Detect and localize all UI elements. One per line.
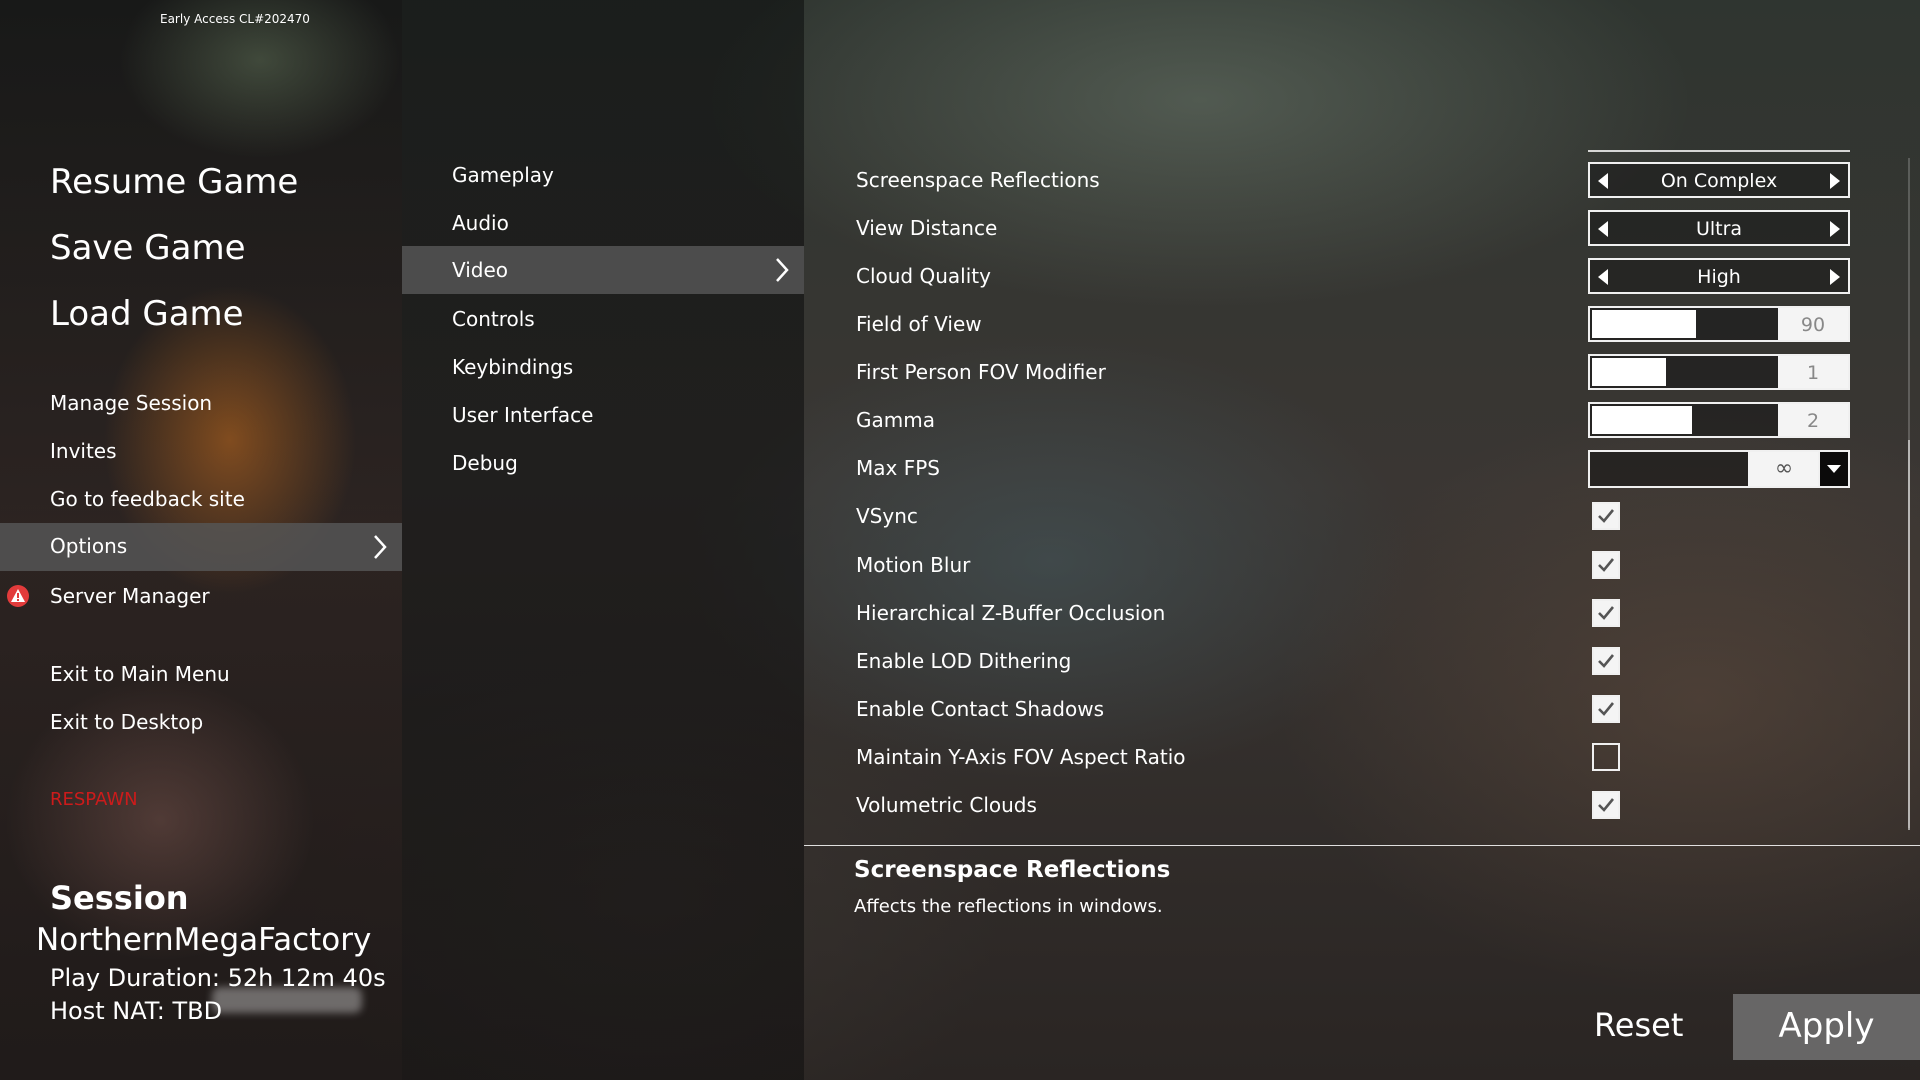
dropdown-value: ∞ [1774, 456, 1794, 481]
category-controls[interactable]: Controls [452, 307, 535, 331]
checkmark-icon [1598, 558, 1615, 572]
selector-value: High [1697, 266, 1741, 288]
session-name: NorthernMegaFactory [36, 922, 372, 958]
gamma-slider[interactable]: 2 [1588, 402, 1850, 438]
options-label: Options [50, 534, 128, 558]
chevron-right-icon [374, 535, 387, 559]
contact-shadows-checkbox[interactable] [1592, 695, 1620, 723]
slider-track[interactable] [1590, 404, 1780, 436]
category-user-interface[interactable]: User Interface [452, 403, 593, 427]
slider-track[interactable] [1590, 308, 1780, 340]
chevron-down-icon[interactable] [1818, 452, 1848, 486]
y-axis-fov-checkbox[interactable] [1592, 743, 1620, 771]
checkmark-icon [1598, 798, 1615, 812]
exit-main-menu-button[interactable]: Exit to Main Menu [50, 662, 230, 686]
slider-fill [1592, 358, 1666, 386]
description-text: Affects the reflections in windows. [854, 896, 1163, 917]
slider-fill [1592, 406, 1692, 434]
slider-value: 90 [1800, 314, 1826, 336]
setting-label: Volumetric Clouds [856, 793, 1037, 817]
volumetric-clouds-checkbox[interactable] [1592, 791, 1620, 819]
hzb-occlusion-checkbox[interactable] [1592, 599, 1620, 627]
category-gameplay[interactable]: Gameplay [452, 163, 554, 187]
setting-label: VSync [856, 504, 918, 528]
manage-session-button[interactable]: Manage Session [50, 391, 212, 415]
checkmark-icon [1598, 654, 1615, 668]
redacted-overlay [212, 987, 362, 1013]
view-distance-selector[interactable]: Ultra [1588, 210, 1850, 246]
setting-label: Field of View [856, 312, 982, 336]
field-of-view-slider[interactable]: 90 [1588, 306, 1850, 342]
apply-button[interactable]: Apply [1733, 994, 1920, 1060]
arrow-right-icon[interactable] [1830, 173, 1840, 189]
exit-desktop-button[interactable]: Exit to Desktop [50, 710, 203, 734]
setting-label: View Distance [856, 216, 998, 240]
setting-label: Enable LOD Dithering [856, 649, 1072, 673]
invites-button[interactable]: Invites [50, 439, 117, 463]
options-category-panel: Gameplay Audio Video Controls Keybinding… [402, 0, 804, 1080]
vsync-checkbox[interactable] [1592, 502, 1620, 530]
setting-label: Motion Blur [856, 553, 971, 577]
reset-button[interactable]: Reset [1594, 1006, 1683, 1044]
setting-label: Gamma [856, 408, 935, 432]
fp-fov-modifier-slider[interactable]: 1 [1588, 354, 1850, 390]
category-keybindings[interactable]: Keybindings [452, 355, 573, 379]
warning-icon [7, 585, 29, 607]
category-video[interactable]: Video [402, 246, 804, 294]
category-debug[interactable]: Debug [452, 451, 518, 475]
feedback-site-button[interactable]: Go to feedback site [50, 487, 245, 511]
slider-value: 2 [1806, 410, 1820, 432]
slider-track[interactable] [1590, 356, 1780, 388]
arrow-right-icon[interactable] [1830, 269, 1840, 285]
category-video-label: Video [452, 258, 509, 282]
lod-dithering-checkbox[interactable] [1592, 647, 1620, 675]
setting-label: Hierarchical Z-Buffer Occlusion [856, 601, 1166, 625]
checkmark-icon [1598, 606, 1615, 620]
slider-value: 1 [1806, 362, 1820, 384]
arrow-right-icon[interactable] [1830, 221, 1840, 237]
respawn-button[interactable]: RESPAWN [50, 789, 138, 810]
slider-fill [1592, 310, 1696, 338]
build-version-label: Early Access CL#202470 [160, 12, 310, 26]
category-audio[interactable]: Audio [452, 211, 509, 235]
session-heading: Session [50, 879, 189, 917]
selector-value: On Complex [1660, 170, 1778, 192]
setting-label: Enable Contact Shadows [856, 697, 1104, 721]
checkmark-icon [1598, 509, 1615, 523]
host-nat: Host NAT: TBD [50, 997, 223, 1025]
setting-label: Cloud Quality [856, 264, 991, 288]
chevron-right-icon [776, 258, 789, 282]
motion-blur-checkbox[interactable] [1592, 551, 1620, 579]
scrollbar-thumb[interactable] [1908, 440, 1910, 830]
max-fps-dropdown[interactable]: ∞ [1588, 450, 1850, 488]
setting-label: Screenspace Reflections [856, 168, 1100, 192]
load-game-button[interactable]: Load Game [50, 294, 244, 334]
setting-label: First Person FOV Modifier [856, 360, 1106, 384]
description-title: Screenspace Reflections [854, 857, 1171, 883]
options-menu-item[interactable]: Options [0, 523, 402, 571]
apply-button-label: Apply [1778, 1006, 1875, 1046]
video-settings-panel: Screenspace Reflections On Complex View … [804, 0, 1920, 1080]
setting-label: Max FPS [856, 456, 940, 480]
selector-value: Ultra [1695, 218, 1743, 240]
server-manager-button[interactable]: Server Manager [50, 584, 210, 608]
resume-game-button[interactable]: Resume Game [50, 162, 298, 202]
description-divider [804, 845, 1920, 846]
cloud-quality-selector[interactable]: High [1588, 258, 1850, 294]
setting-label: Maintain Y-Axis FOV Aspect Ratio [856, 745, 1186, 769]
list-top-rule [1588, 150, 1850, 152]
checkmark-icon [1598, 702, 1615, 716]
save-game-button[interactable]: Save Game [50, 228, 245, 268]
pause-menu-panel: Early Access CL#202470 Resume Game Save … [0, 0, 402, 1080]
screenspace-reflections-selector[interactable]: On Complex [1588, 162, 1850, 198]
